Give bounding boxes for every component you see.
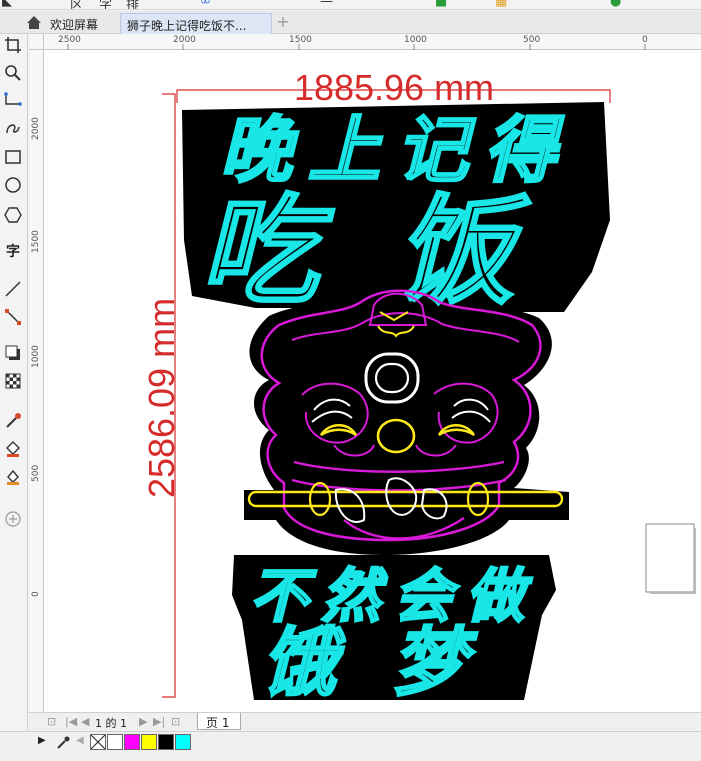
add-page-after-icon[interactable]: ⊡ [171, 715, 180, 728]
page-tab[interactable]: 页 1 [197, 713, 241, 730]
h-ruler-label: 500 [523, 35, 541, 45]
v-ruler-label: 1500 [31, 230, 41, 253]
color-swatch-black[interactable] [158, 734, 174, 750]
toolbar-arrow-icon[interactable]: ◣ [2, 0, 12, 9]
home-icon[interactable] [26, 15, 42, 30]
h-ruler-label: 1500 [289, 35, 312, 45]
add-page-before-icon[interactable]: ⊡ [47, 715, 56, 728]
palette-scroll-left-icon[interactable]: ◀ [76, 735, 84, 746]
transparency-tool-icon[interactable] [2, 370, 24, 392]
page-count-label: 1 的 1 [95, 717, 127, 730]
color-swatch-cyan[interactable] [175, 734, 191, 750]
add-tool-icon[interactable] [2, 508, 24, 530]
toolbar-partial-label-1[interactable]: 区 [70, 0, 83, 9]
no-fill-swatch[interactable] [90, 734, 106, 750]
neon-line-2[interactable]: 吃饭 [199, 185, 592, 320]
ruler-origin-corner[interactable] [29, 34, 44, 50]
horizontal-ruler[interactable]: 2500 2000 1500 1000 500 0 [44, 34, 701, 50]
toolbox: 字 [0, 34, 28, 739]
toolbar-link-icon[interactable]: ∞ [200, 0, 211, 9]
v-ruler-label: 2000 [31, 117, 41, 140]
dimension-tool-icon[interactable] [2, 278, 24, 300]
h-ruler-label: 0 [642, 35, 648, 45]
h-ruler-label: 2000 [173, 35, 196, 45]
document-tab-strip: 欢迎屏幕 狮子晚上记得吃饭不... + [0, 11, 701, 34]
color-swatch-yellow[interactable] [141, 734, 157, 750]
last-page-icon[interactable]: ▶| [153, 715, 165, 728]
palette-expand-icon[interactable]: ▶ [38, 735, 46, 746]
page-navigator: ⊡ |◀ ◀ 1 的 1 ▶ ▶| ⊡ 页 1 [29, 712, 701, 730]
toolbar-app-icon[interactable]: ● [610, 0, 621, 9]
tab-active-document[interactable]: 狮子晚上记得吃饭不... [120, 13, 272, 34]
new-tab-button[interactable]: + [274, 14, 292, 32]
neon-line-4[interactable]: 饿梦 [261, 620, 522, 706]
height-dimension-text: 2586.09 mm [141, 298, 182, 498]
v-ruler-label: 1000 [31, 345, 41, 368]
freehand-tool-icon[interactable] [2, 88, 24, 110]
toolbar-partial-label-2[interactable]: 字 [99, 0, 112, 9]
app-window: ◣ 区 字 排 ∞ — ■ ▦ ● 欢迎屏幕 狮子晚上记得吃饭不... + 字 … [0, 0, 701, 761]
color-swatch-magenta[interactable] [124, 734, 140, 750]
crop-tool-icon[interactable] [2, 34, 24, 56]
v-ruler-label: 500 [31, 464, 41, 482]
next-page-icon[interactable]: ▶ [139, 715, 147, 728]
tab-welcome-screen[interactable]: 欢迎屏幕 [44, 13, 118, 34]
page-thumbnail[interactable] [645, 523, 695, 593]
drawing-canvas[interactable]: 1885.96 mm 2586.09 mm 晚上记得 吃饭 不然会做 饿梦 [44, 50, 701, 712]
previous-page-icon[interactable]: ◀ [81, 715, 89, 728]
zoom-tool-icon[interactable] [2, 62, 24, 84]
h-ruler-label: 2500 [58, 35, 81, 45]
vertical-ruler[interactable]: 2000 1500 1000 500 0 [29, 50, 44, 712]
rectangle-tool-icon[interactable] [2, 146, 24, 168]
eyedropper-icon[interactable] [56, 736, 70, 750]
ellipse-tool-icon[interactable] [2, 174, 24, 196]
drop-shadow-tool-icon[interactable] [2, 342, 24, 364]
neon-line-3[interactable]: 不然会做 [249, 563, 538, 631]
artistic-media-icon[interactable] [2, 116, 24, 138]
toolbar-partial-label-3[interactable]: 排 [126, 0, 139, 9]
neon-line-1[interactable]: 晚上记得 [219, 110, 572, 193]
v-ruler-label: 0 [31, 591, 41, 597]
color-swatch-white[interactable] [107, 734, 123, 750]
toolbar-export-icon[interactable]: ■ [435, 0, 447, 9]
eyedropper-tool-icon[interactable] [2, 410, 24, 432]
width-dimension-text: 1885.96 mm [294, 67, 494, 108]
top-toolbar: ◣ 区 字 排 ∞ — ■ ▦ ● [0, 0, 701, 10]
polygon-tool-icon[interactable] [2, 204, 24, 226]
smart-fill-tool-icon[interactable] [2, 466, 24, 488]
color-palette: ▶ ◀ [0, 731, 701, 761]
text-tool-icon[interactable]: 字 [2, 240, 24, 262]
connector-tool-icon[interactable] [2, 306, 24, 328]
first-page-icon[interactable]: |◀ [65, 715, 77, 728]
h-ruler-label: 1000 [404, 35, 427, 45]
toolbar-grid-icon[interactable]: ▦ [495, 0, 507, 9]
fill-tool-icon[interactable] [2, 438, 24, 460]
toolbar-align-icon[interactable]: — [320, 0, 333, 9]
